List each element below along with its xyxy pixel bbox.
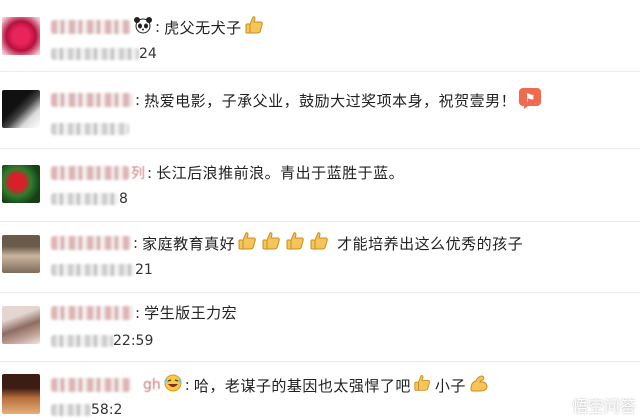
comment-text: 虎父无犬子: [164, 18, 242, 37]
time-blurred: [51, 193, 119, 205]
avatar[interactable]: [2, 235, 40, 273]
wukong-logo-icon: [547, 393, 567, 417]
comment-row-5: : 学生版王力宏 22:59: [0, 293, 640, 362]
colon: :: [133, 234, 139, 252]
panda-icon: [133, 16, 153, 38]
watermark: 悟空问答: [547, 393, 636, 417]
avatar[interactable]: [2, 374, 40, 414]
comment-time: 8: [51, 191, 128, 207]
colon: :: [147, 163, 153, 182]
thumbs-up-icon: [285, 230, 307, 256]
comment-text-part2: 才能培养出这么优秀的孩子: [337, 234, 524, 253]
time-blurred: [51, 335, 113, 347]
time-blurred: [51, 264, 135, 276]
thumbs-up-icon: [237, 230, 259, 256]
comment-row-4: : 家庭教育真好 才能培养出这么优秀的孩子 21: [0, 222, 640, 293]
comment-time: 21: [51, 262, 153, 278]
avatar[interactable]: [2, 165, 40, 203]
time-text: 8: [119, 191, 128, 207]
avatar[interactable]: [2, 17, 40, 55]
username[interactable]: [51, 378, 131, 392]
svg-text:⚑: ⚑: [525, 91, 536, 105]
comment-header: gh : 哈，老谋子的基因也太强悍了吧 小子: [51, 372, 490, 398]
time-blurred: [51, 123, 129, 135]
username-suffix[interactable]: gh: [143, 377, 161, 393]
cheer-icon: ⚑: [518, 87, 542, 113]
flexed-biceps-icon: [468, 372, 490, 398]
colon: :: [155, 18, 161, 36]
time-text: 58:2: [91, 402, 123, 418]
thumbs-up-icon: [309, 230, 331, 256]
time-text: 22:59: [113, 333, 154, 349]
username[interactable]: [51, 236, 131, 250]
comment-row-3: 列 : 长江后浪推前浪。青出于蓝胜于蓝。 8: [0, 149, 640, 222]
comment-time: 22:59: [51, 333, 153, 349]
comment-row-1: : 虎父无犬子 24: [0, 0, 640, 72]
thumbs-up-icon: [244, 14, 266, 40]
username[interactable]: [51, 93, 133, 107]
comment-text: 学生版王力宏: [144, 304, 238, 322]
username[interactable]: [51, 165, 129, 180]
laughing-face-icon: [163, 373, 183, 397]
comment-text: 热爱电影，子承父业，鼓励大过奖项本身，祝贺壹男！: [144, 91, 517, 110]
comment-text-part1: 哈，老谋子的基因也太强悍了吧: [193, 376, 411, 395]
avatar[interactable]: [2, 90, 40, 128]
username-suffix[interactable]: 列: [131, 163, 145, 183]
comment-text-part2: 小子: [434, 376, 466, 395]
username[interactable]: [51, 305, 133, 320]
comment-header: : 虎父无犬子: [51, 14, 266, 40]
comment-text: 长江后浪推前浪。青出于蓝胜于蓝。: [156, 164, 405, 182]
comment-row-6: gh : 哈，老谋子的基因也太强悍了吧 小子 58:2: [0, 362, 640, 420]
time-text: 24: [139, 46, 157, 62]
colon: :: [135, 303, 141, 322]
comment-time: [51, 123, 129, 135]
username[interactable]: [51, 20, 131, 34]
comment-header: 列 : 长江后浪推前浪。青出于蓝胜于蓝。: [51, 162, 404, 183]
watermark-text: 悟空问答: [571, 397, 636, 416]
comment-time: 58:2: [51, 402, 122, 418]
thumbs-up-icon: [261, 230, 283, 256]
time-blurred: [51, 48, 139, 60]
comment-header: : 家庭教育真好 才能培养出这么优秀的孩子: [51, 230, 523, 256]
time-blurred: [51, 404, 91, 416]
colon: :: [135, 91, 141, 109]
comment-row-2: : 热爱电影，子承父业，鼓励大过奖项本身，祝贺壹男！ ⚑: [0, 72, 640, 149]
time-text: 21: [135, 262, 153, 278]
comment-time: 24: [51, 46, 157, 62]
comment-header: : 学生版王力宏: [51, 302, 237, 323]
comment-text-part1: 家庭教育真好: [142, 234, 236, 253]
thumbs-up-icon: [413, 372, 433, 398]
avatar[interactable]: [2, 306, 40, 344]
comment-header: : 热爱电影，子承父业，鼓励大过奖项本身，祝贺壹男！ ⚑: [51, 87, 542, 113]
colon: :: [184, 376, 190, 394]
